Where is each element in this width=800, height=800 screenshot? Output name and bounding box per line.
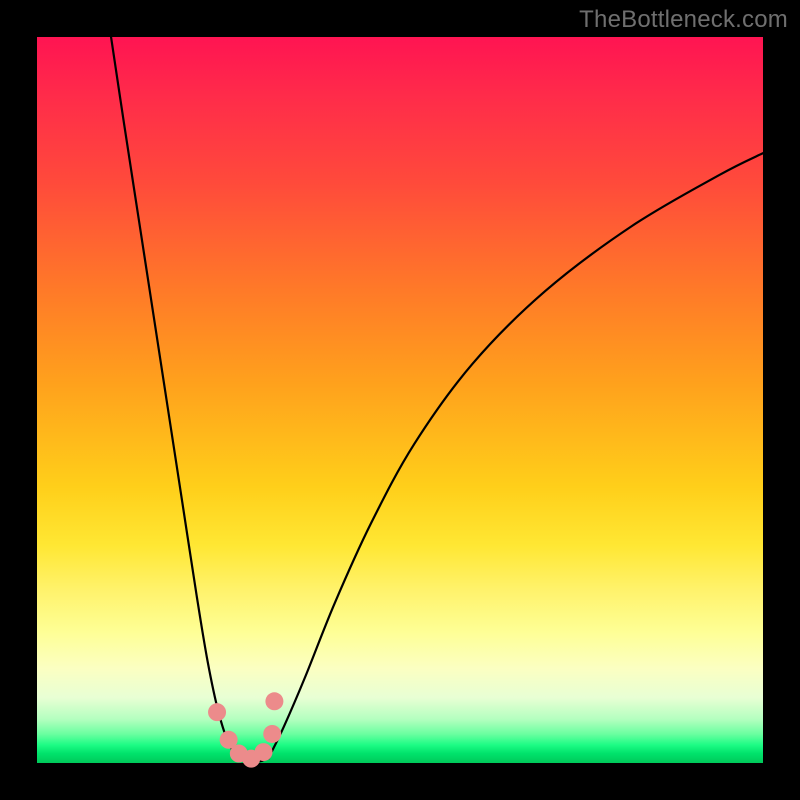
bottleneck-curve — [111, 37, 763, 762]
trough-marker — [265, 692, 283, 710]
chart-svg — [37, 37, 763, 763]
plot-frame — [37, 37, 763, 763]
trough-marker-group — [208, 692, 283, 767]
watermark-text: TheBottleneck.com — [579, 6, 788, 34]
trough-marker — [263, 725, 281, 743]
trough-marker — [208, 703, 226, 721]
trough-marker — [255, 743, 273, 761]
